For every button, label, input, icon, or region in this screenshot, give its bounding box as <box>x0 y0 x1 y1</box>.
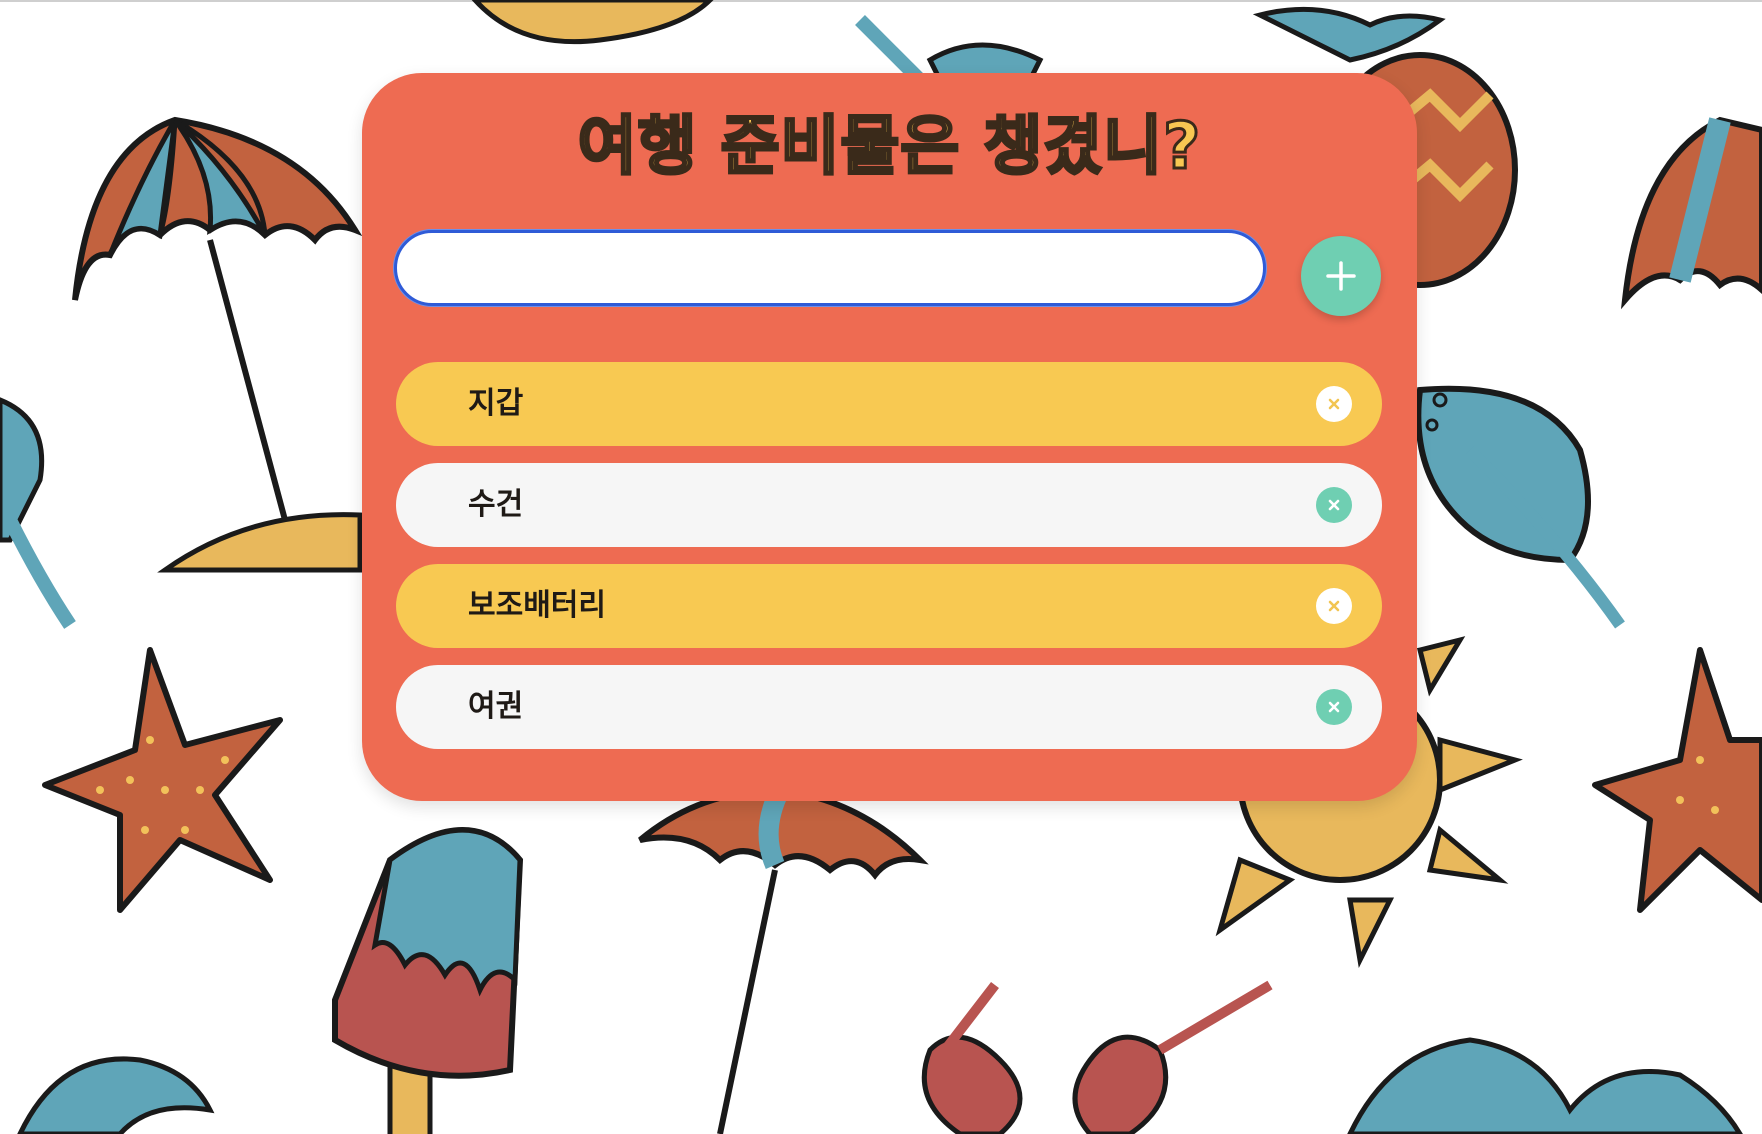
list-item-label: 지갑 <box>468 386 524 421</box>
checklist-card: 여행 준비물은 챙겼니? 지갑 수건 보조배터리 여권 <box>362 73 1417 801</box>
umbrella-icon <box>471 0 1044 85</box>
list-item[interactable]: 보조배터리 <box>396 564 1382 648</box>
palm-icon <box>1347 1037 1743 1134</box>
page-title: 여행 준비물은 챙겼니? <box>576 110 1202 184</box>
close-icon <box>1328 701 1340 713</box>
umbrella-icon <box>638 785 929 1134</box>
add-item-button[interactable] <box>1301 236 1381 316</box>
checklist: 지갑 수건 보조배터리 여권 <box>396 362 1382 766</box>
list-item-label: 보조배터리 <box>468 588 606 623</box>
umbrella-icon <box>72 116 363 573</box>
item-input[interactable] <box>397 233 1263 303</box>
close-icon <box>1328 398 1340 410</box>
delete-button[interactable] <box>1316 689 1352 725</box>
umbrella-icon <box>1620 116 1762 310</box>
leaf-icon <box>1415 385 1625 629</box>
list-item[interactable]: 수건 <box>396 463 1382 547</box>
list-item[interactable]: 여권 <box>396 665 1382 749</box>
palm-icon <box>17 1056 215 1134</box>
close-icon <box>1328 499 1340 511</box>
delete-button[interactable] <box>1316 588 1352 624</box>
popsicle-icon <box>332 827 524 1134</box>
list-item[interactable]: 지갑 <box>396 362 1382 446</box>
sunglasses-icon <box>921 980 1273 1134</box>
starfish-icon <box>42 647 283 913</box>
close-icon <box>1328 600 1340 612</box>
list-item-label: 수건 <box>468 487 524 522</box>
delete-button[interactable] <box>1316 386 1352 422</box>
plus-icon <box>1326 261 1356 291</box>
starfish-icon <box>1592 647 1762 913</box>
delete-button[interactable] <box>1316 487 1352 523</box>
list-item-label: 여권 <box>468 689 524 724</box>
item-input-wrapper <box>394 230 1266 306</box>
leaf-icon <box>0 397 76 629</box>
